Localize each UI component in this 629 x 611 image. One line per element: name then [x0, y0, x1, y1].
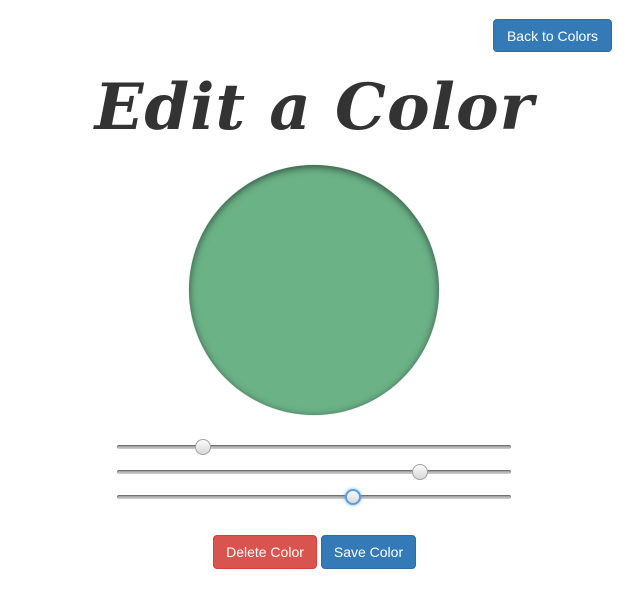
slider-track	[117, 495, 511, 499]
color-preview-circle	[189, 165, 439, 415]
color-slider-2[interactable]	[117, 462, 511, 482]
slider-track	[117, 445, 511, 449]
slider-thumb[interactable]	[195, 439, 212, 455]
back-to-colors-button[interactable]: Back to Colors	[493, 19, 612, 52]
slider-track	[117, 470, 511, 474]
color-slider-3[interactable]	[117, 487, 511, 507]
save-color-button[interactable]: Save Color	[321, 535, 416, 569]
page-title: Edit a Color	[94, 70, 535, 145]
slider-thumb[interactable]	[345, 489, 362, 505]
color-slider-1[interactable]	[117, 437, 511, 457]
delete-color-button[interactable]: Delete Color	[213, 535, 317, 569]
slider-thumb[interactable]	[412, 464, 429, 480]
